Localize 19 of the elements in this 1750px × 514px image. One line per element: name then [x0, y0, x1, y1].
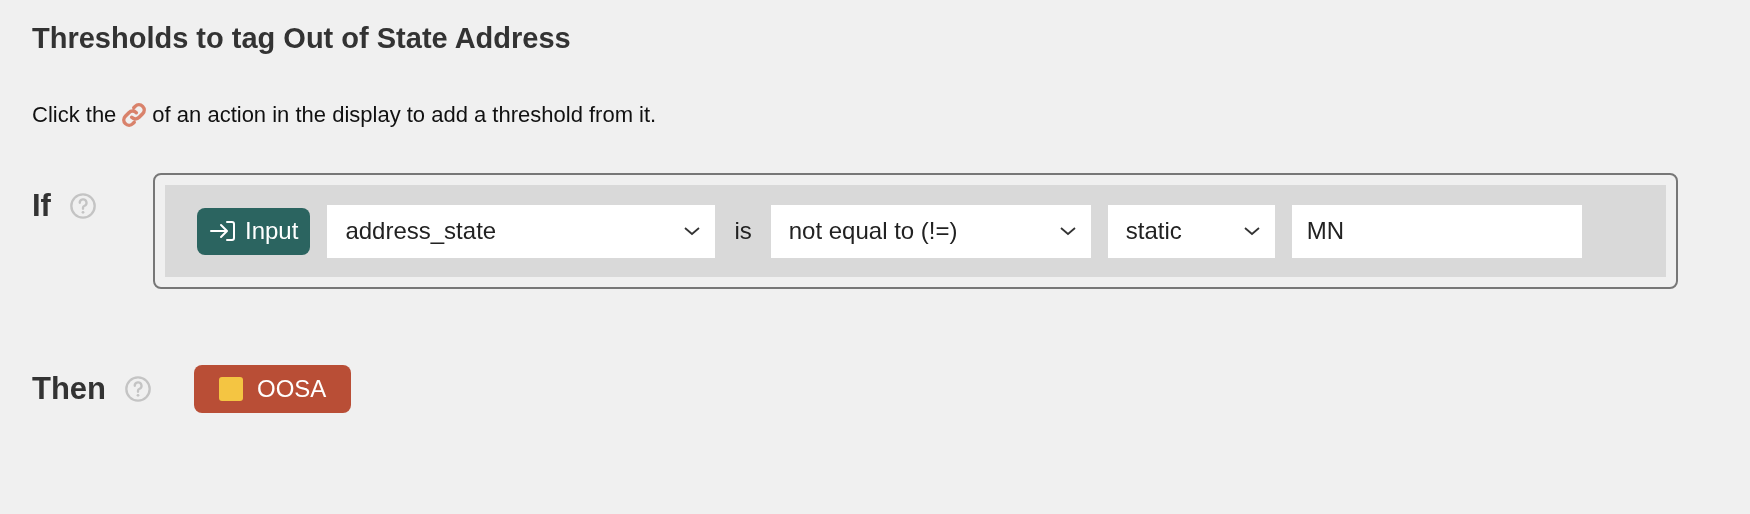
if-label: If	[32, 187, 51, 225]
enter-icon	[209, 219, 237, 243]
instruction-text: Click the	[32, 101, 117, 129]
section-title: Thresholds to tag Out of State Address	[32, 21, 572, 56]
help-icon[interactable]	[68, 192, 97, 221]
help-icon[interactable]	[124, 375, 153, 403]
then-label: Then	[32, 369, 107, 408]
chevron-down-icon	[683, 225, 702, 237]
instruction-text: of an action in the display to add a threshold from it.	[152, 101, 657, 129]
tag-chip[interactable]: OOSA	[194, 365, 352, 413]
field-select[interactable]: address_state	[327, 204, 716, 258]
link-icon	[120, 100, 149, 129]
connector-text: is	[733, 216, 753, 246]
value-type-select[interactable]: static	[1107, 204, 1275, 258]
input-source-button[interactable]: Input	[197, 207, 311, 255]
chevron-down-icon	[1242, 225, 1261, 237]
operator-select[interactable]: not equal to (!=)	[770, 204, 1091, 258]
chevron-down-icon	[1058, 225, 1077, 237]
value-input[interactable]: MN	[1291, 204, 1582, 258]
